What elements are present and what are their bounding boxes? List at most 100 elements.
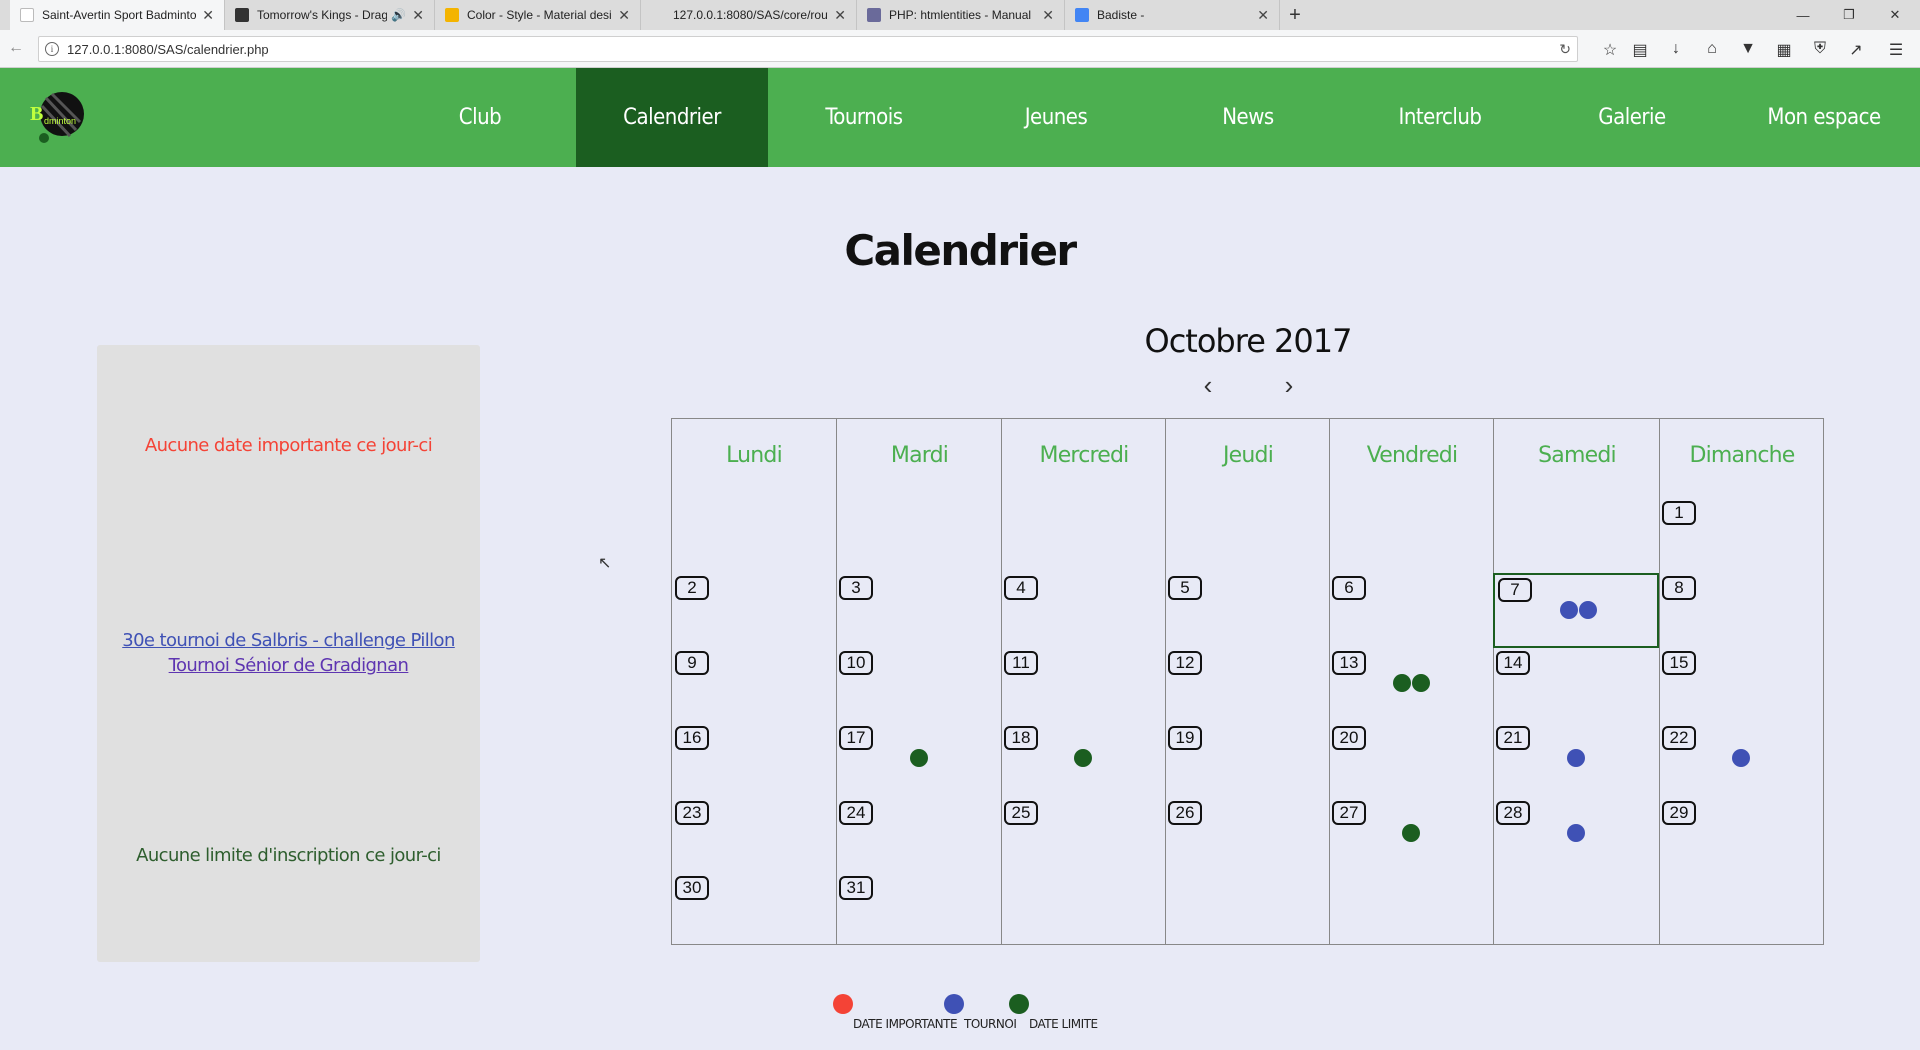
day-number-button[interactable]: 30 <box>675 876 709 900</box>
chevron-left-icon[interactable]: ‹ <box>1196 370 1220 401</box>
day-number-button[interactable]: 16 <box>675 726 709 750</box>
day-number-button[interactable]: 28 <box>1496 801 1530 825</box>
back-arrow-icon[interactable]: ← <box>8 39 24 57</box>
tab-close-icon[interactable]: ✕ <box>1257 7 1269 24</box>
graph-icon[interactable]: ↗ <box>1844 40 1868 60</box>
calendar-day-cell[interactable]: 12 <box>1165 648 1329 723</box>
calendar-day-cell[interactable]: 13 <box>1329 648 1493 723</box>
calendar-day-cell[interactable]: 29 <box>1659 798 1823 873</box>
menu-item-galerie[interactable]: Galerie <box>1536 68 1728 167</box>
day-number-button[interactable]: 19 <box>1168 726 1202 750</box>
home-icon[interactable]: ⌂ <box>1700 40 1724 58</box>
calendar-day-cell[interactable]: 15 <box>1659 648 1823 723</box>
event-dot-limite[interactable] <box>1392 674 1411 692</box>
calendar-day-cell[interactable]: 25 <box>1001 798 1165 873</box>
menu-item-calendrier[interactable]: Calendrier <box>576 68 768 167</box>
day-number-button[interactable]: 24 <box>839 801 873 825</box>
day-number-button[interactable]: 29 <box>1662 801 1696 825</box>
day-number-button[interactable]: 12 <box>1168 651 1202 675</box>
calendar-day-cell[interactable]: 11 <box>1001 648 1165 723</box>
tab-title[interactable]: 127.0.0.1:8080/SAS/core/router.p <box>673 8 828 22</box>
restore-icon[interactable]: ❐ <box>1826 0 1872 30</box>
bookmark-star-icon[interactable]: ☆ <box>1598 40 1622 60</box>
tab-close-icon[interactable]: ✕ <box>1042 7 1054 24</box>
speaker-icon[interactable]: 🔊 <box>391 8 406 22</box>
event-dot-limite[interactable] <box>909 749 928 767</box>
event-dot-tournoi[interactable] <box>1567 824 1585 842</box>
tournament-link-gradignan[interactable]: Tournoi Sénior de Gradignan <box>97 653 480 678</box>
calendar-day-cell[interactable]: 14 <box>1493 648 1659 723</box>
calendar-day-cell[interactable]: 2 <box>672 573 836 648</box>
calendar-day-cell[interactable]: 8 <box>1659 573 1823 648</box>
calendar-day-cell[interactable]: 3 <box>836 573 1001 648</box>
tab-close-icon[interactable]: ✕ <box>202 7 214 24</box>
calendar-day-cell[interactable]: 16 <box>672 723 836 798</box>
menu-item-tournois[interactable]: Tournois <box>768 68 960 167</box>
badminton-logo[interactable]: B dminton <box>26 86 90 146</box>
calendar-day-cell[interactable]: 30 <box>672 873 836 948</box>
new-tab-button[interactable]: + <box>1280 0 1310 30</box>
day-number-button[interactable]: 14 <box>1496 651 1530 675</box>
calendar-day-cell[interactable]: 31 <box>836 873 1001 948</box>
calendar-day-cell[interactable]: 19 <box>1165 723 1329 798</box>
browser-tab[interactable]: Tomorrow's Kings - Drag 🔊 ✕ <box>225 0 435 30</box>
calendar-day-cell[interactable]: 6 <box>1329 573 1493 648</box>
calendar-day-cell[interactable]: 23 <box>672 798 836 873</box>
browser-tab[interactable]: Saint-Avertin Sport Badminton ✕ <box>10 0 225 30</box>
calendar-day-cell[interactable]: 26 <box>1165 798 1329 873</box>
tab-close-icon[interactable]: ✕ <box>618 7 630 24</box>
reading-list-icon[interactable]: ▤ <box>1628 40 1652 60</box>
event-dot-tournoi[interactable] <box>1578 601 1597 619</box>
minimize-icon[interactable]: — <box>1780 0 1826 30</box>
event-dot-tournoi[interactable] <box>1559 601 1578 619</box>
info-icon[interactable]: i <box>45 42 59 56</box>
calendar-day-cell[interactable]: 10 <box>836 648 1001 723</box>
day-number-button[interactable]: 10 <box>839 651 873 675</box>
close-window-icon[interactable]: ✕ <box>1872 0 1918 30</box>
day-number-button[interactable]: 21 <box>1496 726 1530 750</box>
calendar-day-cell[interactable]: 21 <box>1493 723 1659 798</box>
calendar-day-cell[interactable]: 1 <box>1659 498 1823 573</box>
day-number-button[interactable]: 26 <box>1168 801 1202 825</box>
event-dot-limite[interactable] <box>1402 824 1420 842</box>
day-number-button[interactable]: 27 <box>1332 801 1366 825</box>
day-number-button[interactable]: 13 <box>1332 651 1366 675</box>
calendar-day-cell[interactable]: 5 <box>1165 573 1329 648</box>
day-number-button[interactable]: 25 <box>1004 801 1038 825</box>
calendar-day-cell[interactable]: 7 <box>1493 573 1659 648</box>
menu-item-mon-espace[interactable]: Mon espace <box>1728 68 1920 167</box>
menu-hamburger-icon[interactable]: ☰ <box>1884 40 1908 60</box>
calendar-day-cell[interactable]: 24 <box>836 798 1001 873</box>
calendar-day-cell[interactable]: 27 <box>1329 798 1493 873</box>
tab-title[interactable]: Saint-Avertin Sport Badminton <box>42 8 196 22</box>
tab-title[interactable]: Color - Style - Material desig <box>467 8 612 22</box>
day-number-button[interactable]: 15 <box>1662 651 1696 675</box>
calendar-day-cell[interactable]: 28 <box>1493 798 1659 873</box>
day-number-button[interactable]: 23 <box>675 801 709 825</box>
calendar-day-cell[interactable]: 22 <box>1659 723 1823 798</box>
calendar-day-cell[interactable]: 4 <box>1001 573 1165 648</box>
event-dot-limite[interactable] <box>1411 674 1430 692</box>
day-number-button[interactable]: 4 <box>1004 576 1038 600</box>
download-icon[interactable]: ↓ <box>1664 40 1688 58</box>
pocket-icon[interactable]: ▼ <box>1736 40 1760 58</box>
day-number-button[interactable]: 9 <box>675 651 709 675</box>
shield-icon[interactable]: ⛨ <box>1808 40 1832 58</box>
event-dot-tournoi[interactable] <box>1567 749 1585 767</box>
browser-tab[interactable]: Badiste - ✕ <box>1065 0 1280 30</box>
tab-title[interactable]: Tomorrow's Kings - Drag <box>257 8 387 22</box>
address-bar[interactable]: i 127.0.0.1:8080/SAS/calendrier.php ↻ <box>38 36 1578 62</box>
day-number-button[interactable]: 18 <box>1004 726 1038 750</box>
event-dot-limite[interactable] <box>1074 749 1092 767</box>
calendar-day-cell[interactable]: 18 <box>1001 723 1165 798</box>
url-text[interactable]: 127.0.0.1:8080/SAS/calendrier.php <box>67 42 269 57</box>
tab-title[interactable]: PHP: htmlentities - Manual <box>889 8 1036 22</box>
extension-icon[interactable]: ▦ <box>1772 40 1796 60</box>
reload-icon[interactable]: ↻ <box>1559 41 1571 58</box>
menu-item-news[interactable]: News <box>1152 68 1344 167</box>
day-number-button[interactable]: 17 <box>839 726 873 750</box>
tab-close-icon[interactable]: ✕ <box>834 7 846 24</box>
day-number-button[interactable]: 3 <box>839 576 873 600</box>
menu-item-club[interactable]: Club <box>384 68 576 167</box>
day-number-button[interactable]: 2 <box>675 576 709 600</box>
